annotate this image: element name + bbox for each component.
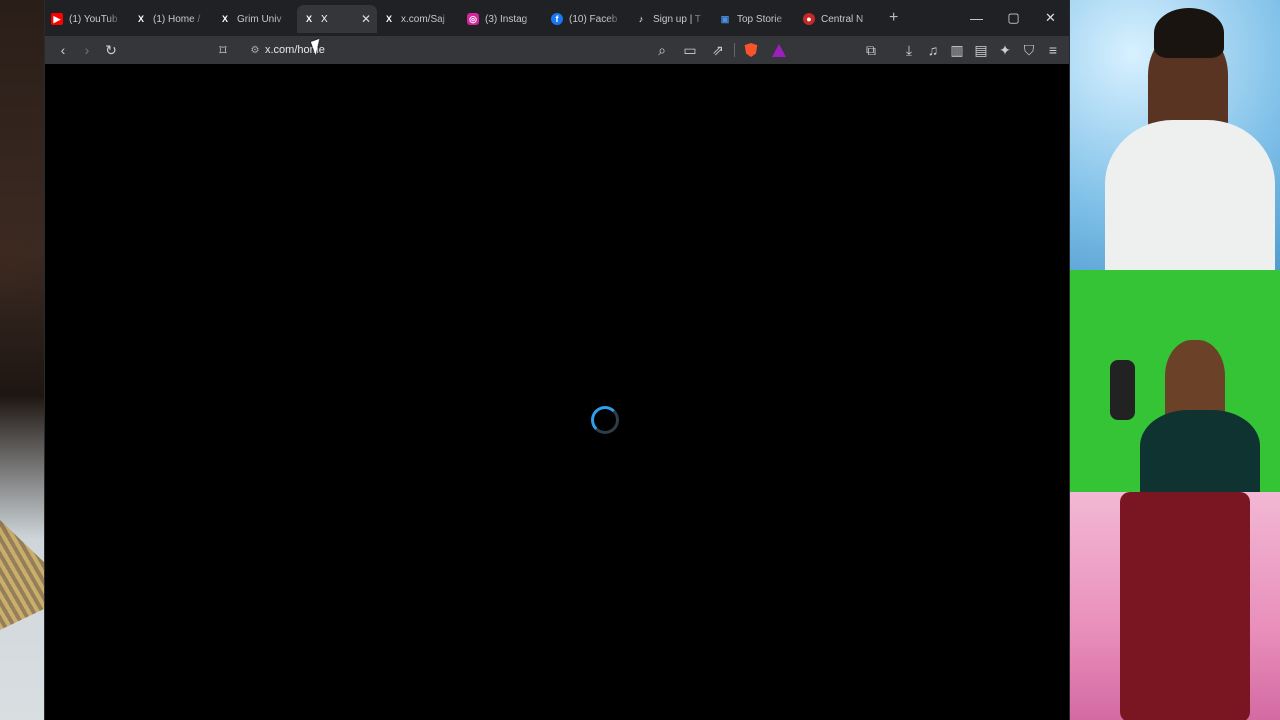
maximize-icon[interactable]: ▢ [995, 0, 1032, 36]
tab-label: (1) YouTub [69, 13, 118, 25]
tab-label: Sign up | T [653, 13, 701, 25]
media-icon[interactable]: ♫ [921, 38, 945, 62]
close-tab-icon[interactable]: ✕ [361, 12, 371, 26]
tab-tiktok[interactable]: ♪ Sign up | T [629, 5, 713, 33]
tab-facebook[interactable]: f (10) Faceb [545, 5, 629, 33]
tab-strip: ▶ (1) YouTub X (1) Home / X Grim Univ X … [45, 0, 1069, 36]
x-logo-icon: X [305, 14, 312, 24]
loading-spinner-icon [591, 406, 619, 434]
tab-instagram[interactable]: ◎ (3) Instag [461, 5, 545, 33]
x-logo-icon: X [221, 14, 228, 24]
reload-icon[interactable]: ↻ [99, 38, 123, 62]
x-logo-icon: X [137, 14, 144, 24]
tiktok-icon: ♪ [638, 14, 644, 24]
tab-label: x.com/Saj [401, 13, 445, 25]
share-icon[interactable]: ⇗ [706, 38, 730, 62]
tab-label: Central N [821, 13, 864, 25]
news-icon: ▣ [720, 13, 730, 24]
tab-label: X [321, 13, 328, 25]
artist-photo-middle [1070, 270, 1280, 492]
facebook-icon: f [551, 13, 563, 25]
tab-x-grim[interactable]: X Grim Univ [213, 5, 297, 33]
tab-label: (1) Home / [153, 13, 201, 25]
download-icon[interactable]: ⤓ [897, 38, 921, 62]
minimize-icon[interactable]: — [958, 0, 995, 36]
new-tab-button[interactable]: + [889, 9, 898, 27]
gold-chain-detail [0, 520, 46, 630]
menu-icon[interactable]: ≡ [1041, 38, 1065, 62]
tab-x-home[interactable]: X (1) Home / [129, 5, 213, 33]
artist-photo-top [1070, 0, 1280, 270]
separator [734, 43, 735, 57]
tab-label: Grim Univ [237, 13, 282, 25]
tab-label: Top Storie [737, 13, 783, 25]
vpn-icon[interactable]: ⛉ [1017, 38, 1041, 62]
leo-ai-icon[interactable]: ✦ [993, 38, 1017, 62]
close-window-icon[interactable]: ✕ [1032, 0, 1069, 36]
cast-icon[interactable]: ▭ [678, 38, 702, 62]
site-info-icon[interactable]: ⚙ [245, 45, 265, 56]
address-bar[interactable]: ⚙ x.com/home ⌕ ▭ ⇗ [245, 38, 797, 62]
tab-youtube[interactable]: ▶ (1) YouTub [45, 5, 129, 33]
tab-label: (3) Instag [485, 13, 528, 25]
page-content [45, 64, 1069, 720]
instagram-icon: ◎ [467, 13, 479, 25]
tab-x-saj[interactable]: X x.com/Saj [377, 5, 461, 33]
toolbar-right-actions: ⧉ ⤓ ♫ ▥ ▤ ✦ ⛉ ≡ [859, 38, 1065, 62]
globe-icon: ● [803, 13, 815, 25]
back-icon[interactable]: ‹ [51, 38, 75, 62]
forward-icon[interactable]: › [75, 38, 99, 62]
tab-x-active[interactable]: X X ✕ [297, 5, 377, 33]
zoom-icon[interactable]: ⌕ [650, 38, 674, 62]
browser-window: ▶ (1) YouTub X (1) Home / X Grim Univ X … [44, 0, 1070, 720]
window-controls: — ▢ ✕ [958, 0, 1069, 36]
artist-photo-bottom [1070, 492, 1280, 720]
youtube-icon: ▶ [51, 13, 63, 25]
address-bar-actions: ⌕ ▭ ⇗ [650, 38, 791, 62]
bookmark-icon[interactable]: ⌑ [211, 38, 235, 62]
x-logo-icon: X [385, 14, 392, 24]
navigation-toolbar: ‹ › ↻ ⌑ ⚙ x.com/home ⌕ ▭ ⇗ ⧉ ⤓ ♫ ▥ ▤ ✦ ⛉… [45, 36, 1069, 64]
brave-rewards-icon[interactable] [767, 38, 791, 62]
screenshot-icon[interactable]: ⧉ [859, 38, 883, 62]
tab-label: (10) Faceb [569, 13, 618, 25]
sidebar-icon[interactable]: ▥ [945, 38, 969, 62]
brave-shields-icon[interactable] [739, 38, 763, 62]
background-photo-left [0, 0, 46, 720]
tab-top-stories[interactable]: ▣ Top Storie [713, 5, 797, 33]
wallet-icon[interactable]: ▤ [969, 38, 993, 62]
tab-central-news[interactable]: ● Central N [797, 5, 881, 33]
